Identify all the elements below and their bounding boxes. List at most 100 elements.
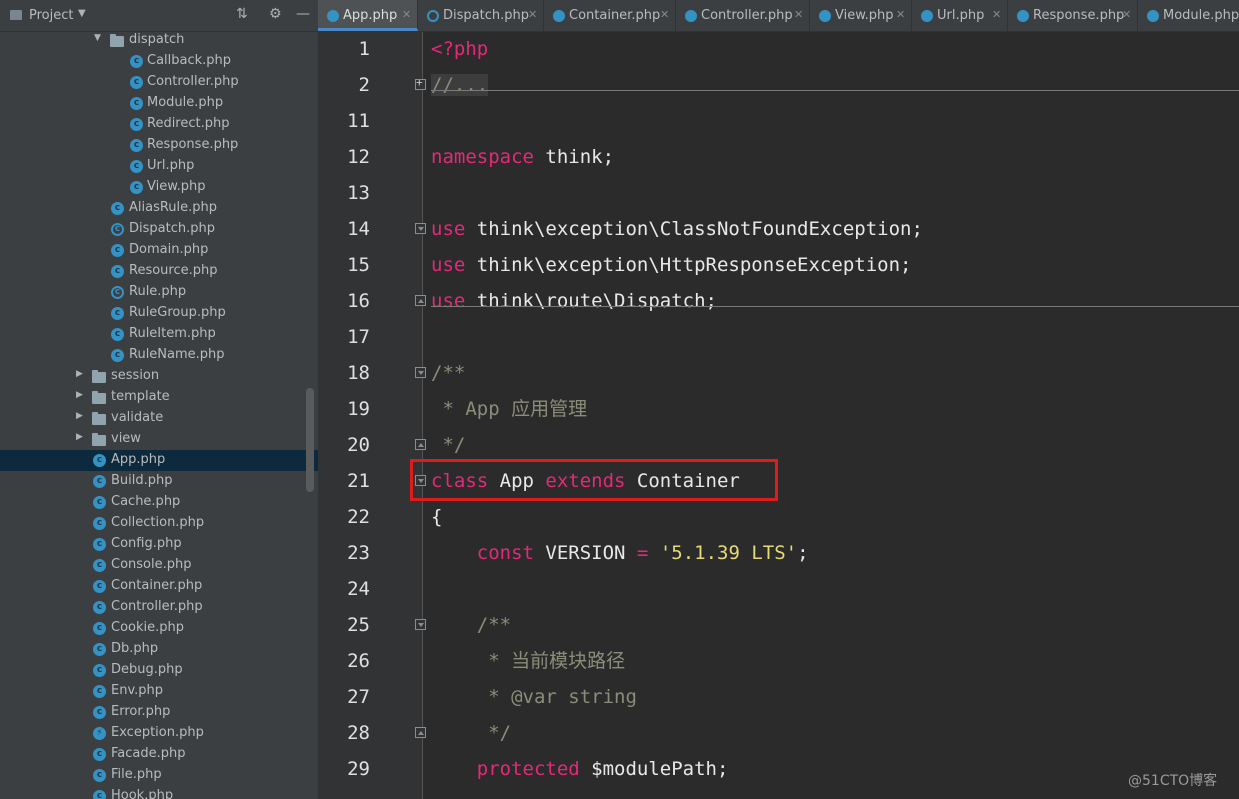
tab-controller[interactable]: Controller.php ✕ [676, 0, 810, 31]
tree-file[interactable]: c Build.php [0, 471, 318, 492]
line-number: 29 [347, 758, 370, 780]
tree-file[interactable]: c Cache.php [0, 492, 318, 513]
tree-item-label: Response.php [147, 137, 239, 152]
tab-response[interactable]: Response.php ✕ [1008, 0, 1138, 31]
php-class-icon: c [93, 517, 106, 530]
tree-file[interactable]: c Env.php [0, 681, 318, 702]
project-view-selector[interactable]: Project [29, 8, 73, 23]
tab-app[interactable]: App.php ✕ [318, 0, 418, 31]
fold-collapse-icon[interactable] [415, 439, 426, 450]
tab-label: Dispatch.php [443, 8, 529, 23]
close-icon[interactable]: ✕ [1122, 8, 1131, 21]
tree-folder[interactable]: ▶ view [0, 429, 318, 450]
tab-container[interactable]: Container.php ✕ [544, 0, 676, 31]
tree-file[interactable]: c Url.php [0, 156, 318, 177]
tree-file[interactable]: c App.php [0, 450, 318, 471]
close-icon[interactable]: ✕ [992, 8, 1001, 21]
tree-item-label: Callback.php [147, 53, 232, 68]
tree-file[interactable]: c Console.php [0, 555, 318, 576]
line-number: 23 [347, 542, 370, 564]
folded-region[interactable]: //... [431, 74, 489, 96]
fold-collapse-icon[interactable] [415, 619, 426, 630]
tree-folder[interactable]: ▼ dispatch [0, 30, 318, 51]
chevron-right-icon[interactable]: ▶ [76, 432, 83, 442]
code-line: use think\exception\HttpResponseExceptio… [431, 247, 911, 283]
tab-label: App.php [343, 8, 398, 23]
tree-file[interactable]: c Hook.php [0, 786, 318, 799]
close-icon[interactable]: ✕ [794, 8, 803, 21]
code-keyword: use [431, 254, 466, 276]
fold-collapse-icon[interactable] [415, 727, 426, 738]
chevron-right-icon[interactable]: ▶ [76, 411, 83, 421]
tree-item-label: RuleItem.php [129, 326, 216, 341]
tree-file[interactable]: c Redirect.php [0, 114, 318, 135]
tree-file[interactable]: c Error.php [0, 702, 318, 723]
tree-file[interactable]: c File.php [0, 765, 318, 786]
tab-module[interactable]: Module.php [1138, 0, 1239, 31]
tree-file[interactable]: c Module.php [0, 93, 318, 114]
tree-item-label: validate [111, 410, 164, 425]
tree-item-label: Facade.php [111, 746, 186, 761]
tree-file[interactable]: c Facade.php [0, 744, 318, 765]
tree-file[interactable]: c RuleGroup.php [0, 303, 318, 324]
close-icon[interactable]: ✕ [528, 8, 537, 21]
tree-folder[interactable]: ▶ template [0, 387, 318, 408]
chevron-right-icon[interactable]: ▶ [76, 390, 83, 400]
tree-file[interactable]: c AliasRule.php [0, 198, 318, 219]
tree-file[interactable]: c Cookie.php [0, 618, 318, 639]
tree-file[interactable]: c Domain.php [0, 240, 318, 261]
chevron-down-icon[interactable]: ▼ [78, 8, 86, 19]
tree-folder[interactable]: ▶ session [0, 366, 318, 387]
editor-tabs: App.php ✕ Dispatch.php ✕ Container.php ✕ Contr… [318, 0, 1239, 32]
code-keyword: use [431, 218, 466, 240]
tree-file[interactable]: c RuleItem.php [0, 324, 318, 345]
tree-item-label: Module.php [147, 95, 224, 110]
code-comment: /** [431, 362, 466, 384]
sidebar-scrollbar[interactable] [306, 388, 314, 492]
line-number: 22 [347, 506, 370, 528]
close-icon[interactable]: ✕ [896, 8, 905, 21]
tree-file[interactable]: c Callback.php [0, 51, 318, 72]
tree-file[interactable]: c RuleName.php [0, 345, 318, 366]
folder-icon [92, 391, 106, 404]
tree-file[interactable]: c Resource.php [0, 261, 318, 282]
php-class-icon: c [93, 748, 106, 761]
tree-file[interactable]: c Collection.php [0, 513, 318, 534]
tab-label: Controller.php [701, 8, 793, 23]
tree-file[interactable]: ⚡ Exception.php [0, 723, 318, 744]
minimize-icon[interactable]: — [296, 6, 310, 22]
chevron-down-icon[interactable]: ▼ [94, 33, 101, 43]
fold-expand-icon[interactable] [415, 76, 426, 90]
tree-file[interactable]: c Response.php [0, 135, 318, 156]
tree-file[interactable]: c Config.php [0, 534, 318, 555]
tab-url[interactable]: Url.php ✕ [912, 0, 1008, 31]
fold-collapse-icon[interactable] [415, 295, 426, 306]
php-class-icon: c [93, 769, 106, 782]
code-text: VERSION [533, 542, 637, 564]
tree-file[interactable]: c Rule.php [0, 282, 318, 303]
php-class-icon: c [111, 265, 124, 278]
tree-folder[interactable]: ▶ validate [0, 408, 318, 429]
close-icon[interactable]: ✕ [660, 8, 669, 21]
tree-file[interactable]: c Db.php [0, 639, 318, 660]
close-icon[interactable]: ✕ [402, 8, 411, 21]
tree-file[interactable]: c Container.php [0, 576, 318, 597]
tree-file[interactable]: c Dispatch.php [0, 219, 318, 240]
fold-collapse-icon[interactable] [415, 367, 426, 378]
tree-file[interactable]: c Debug.php [0, 660, 318, 681]
tree-item-label: Rule.php [129, 284, 187, 299]
fold-collapse-icon[interactable] [415, 223, 426, 234]
folder-icon [110, 34, 124, 47]
tree-file[interactable]: c Controller.php [0, 597, 318, 618]
collapse-all-icon[interactable]: ⇅ [236, 6, 248, 22]
tab-dispatch[interactable]: Dispatch.php ✕ [418, 0, 544, 31]
tree-item-label: RuleGroup.php [129, 305, 226, 320]
chevron-right-icon[interactable]: ▶ [76, 369, 83, 379]
php-class-icon [327, 10, 339, 22]
tree-item-label: Exception.php [111, 725, 204, 740]
tree-file[interactable]: c View.php [0, 177, 318, 198]
gear-icon[interactable]: ⚙ [269, 6, 282, 22]
tree-file[interactable]: c Controller.php [0, 72, 318, 93]
tab-view[interactable]: View.php ✕ [810, 0, 912, 31]
